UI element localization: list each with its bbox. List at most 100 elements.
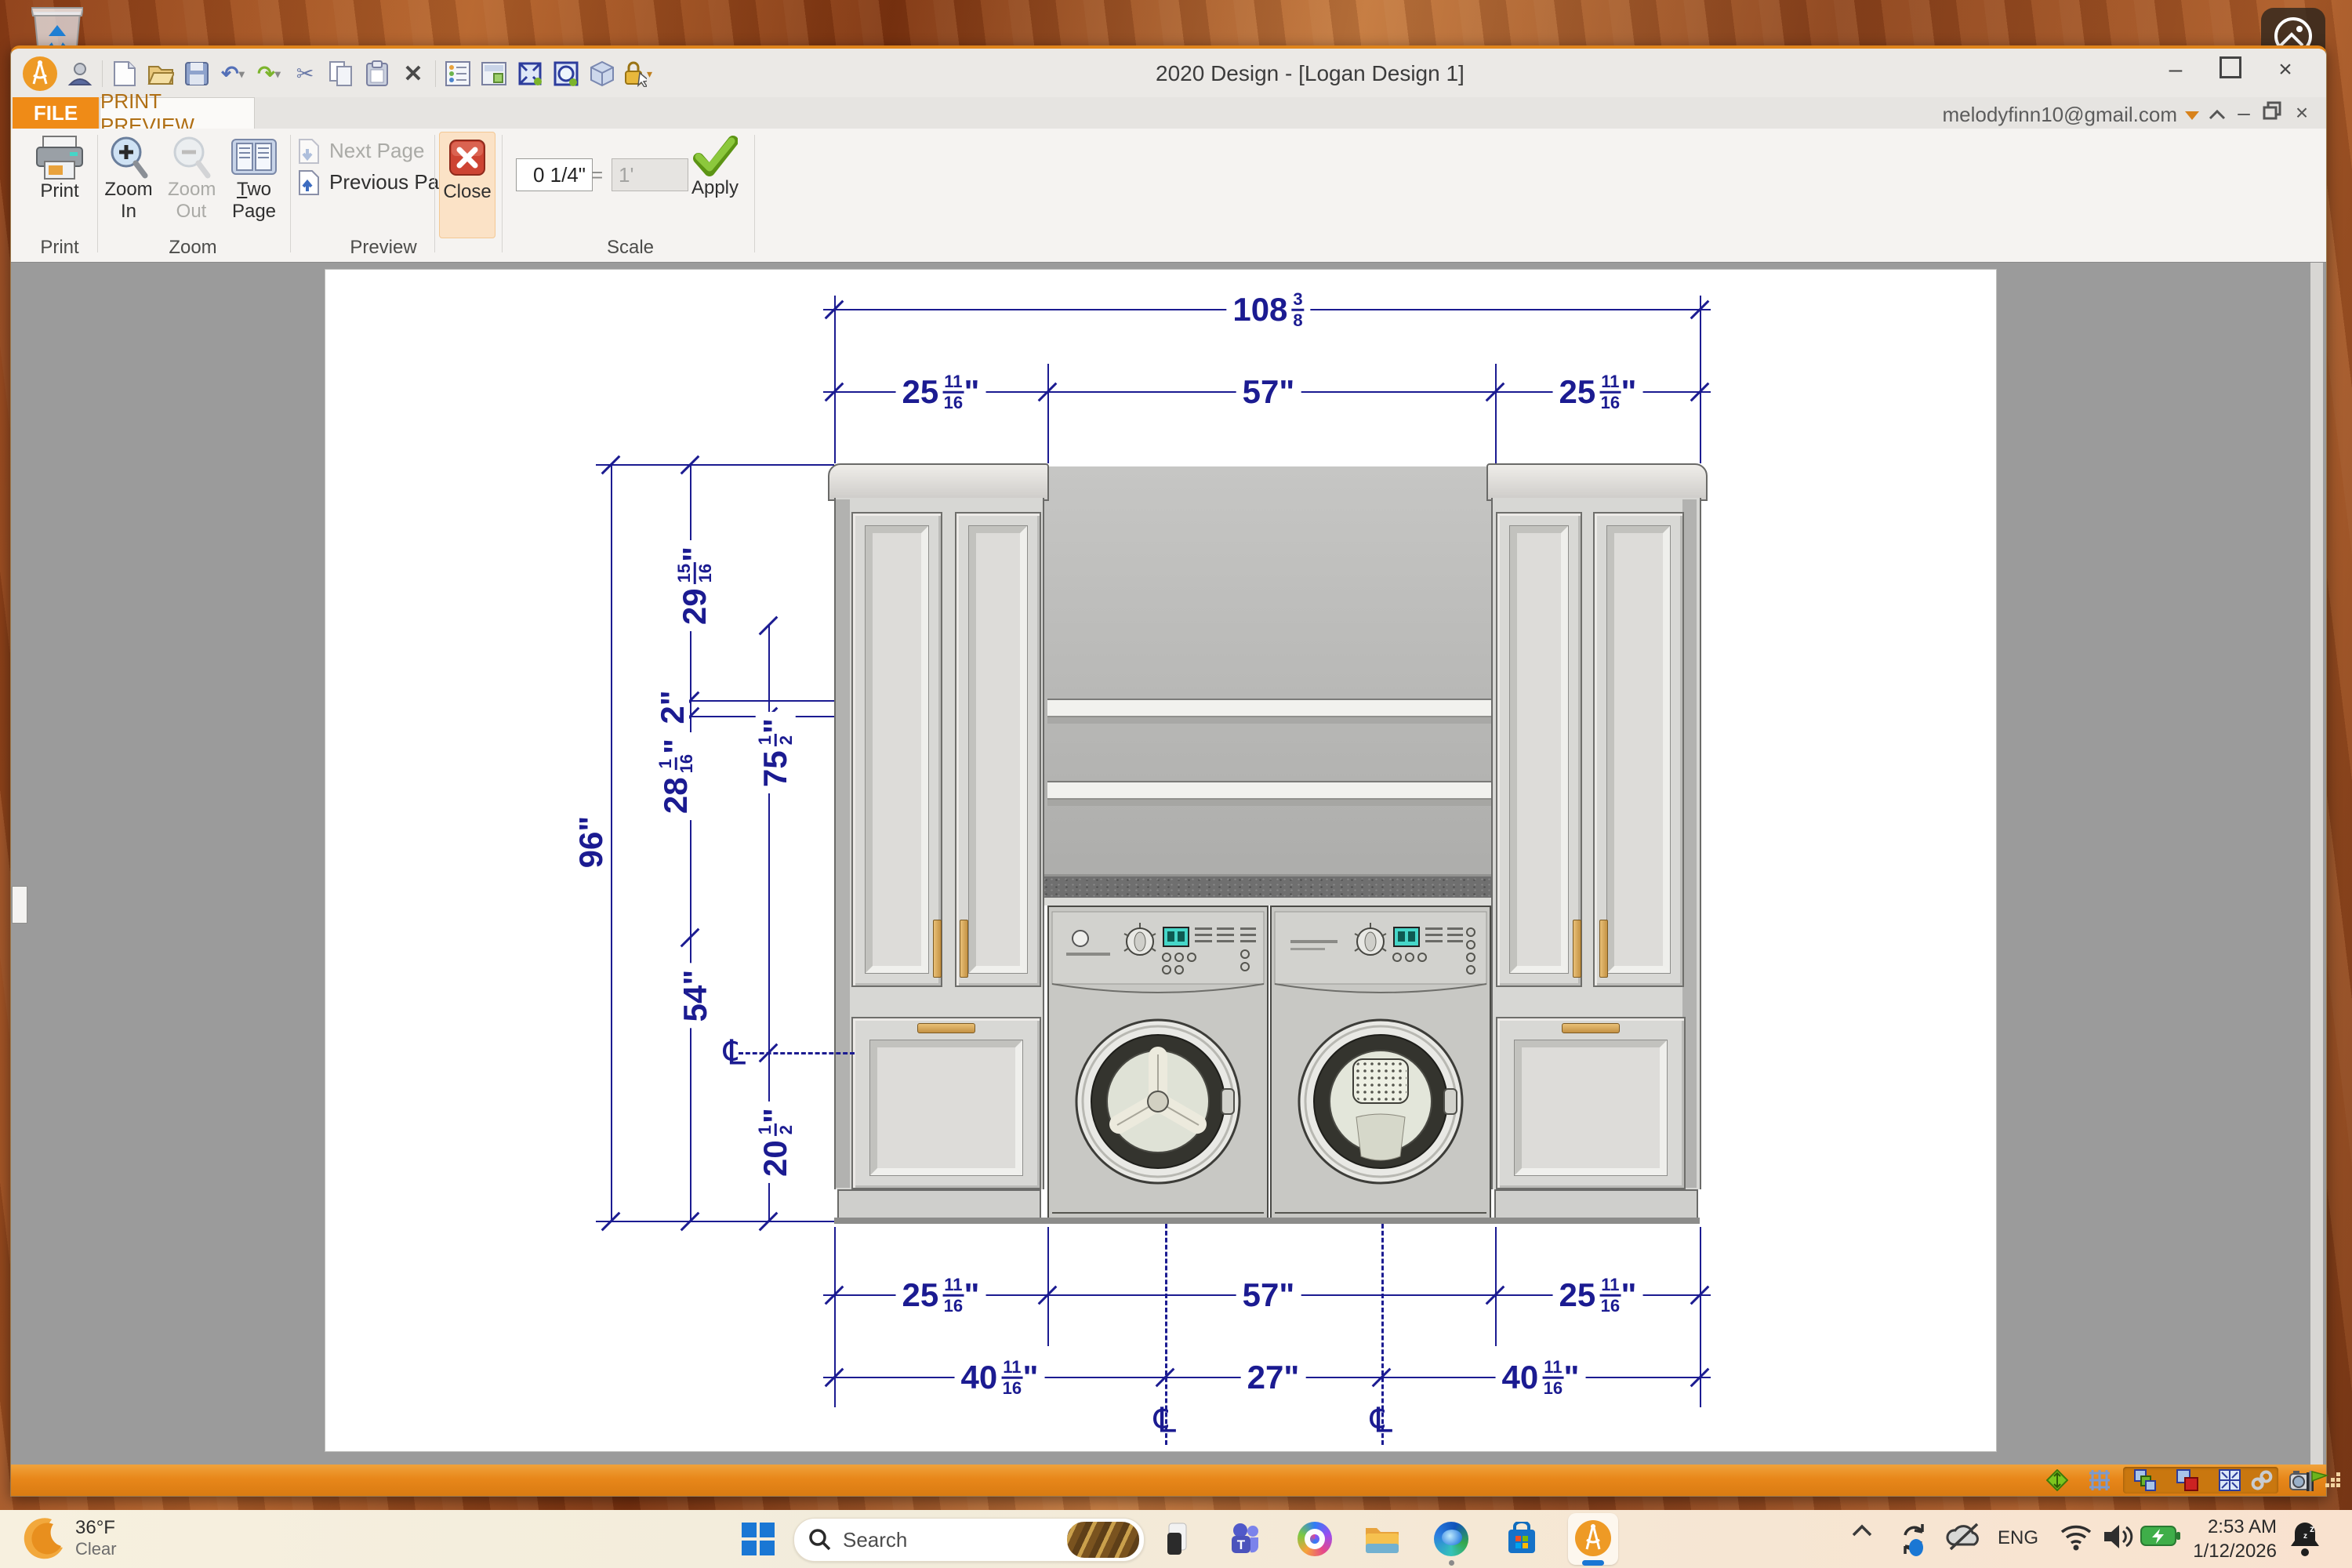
maximize-button[interactable] [2213, 56, 2248, 85]
store-icon[interactable] [1504, 1521, 1540, 1557]
file-explorer-icon[interactable] [1364, 1521, 1400, 1557]
dim-bot2-right: 40 1116 " [1496, 1358, 1586, 1398]
doc-minimize-button[interactable]: – [2230, 100, 2257, 125]
right-toe-kick [1494, 1189, 1698, 1221]
dim-top-right: 25 1116 " [1553, 372, 1643, 412]
redo-icon[interactable]: ↷▾ [255, 60, 283, 88]
shelf-shadow [1047, 716, 1491, 724]
weather-widget[interactable]: 36°F Clear [24, 1516, 117, 1560]
new-document-icon[interactable] [111, 60, 139, 88]
tab-file[interactable]: FILE [13, 97, 99, 129]
dim-mid-section: 28 116 " [656, 732, 696, 820]
scale-target-input[interactable] [612, 158, 688, 191]
tray-chevron-icon[interactable] [1850, 1523, 1874, 1542]
dim-counter-height: 75 12 " [756, 712, 796, 793]
copy-icon[interactable] [327, 60, 355, 88]
edge-icon[interactable] [1433, 1521, 1469, 1557]
tray-volume-icon[interactable] [2103, 1523, 2136, 1555]
moon-icon [24, 1516, 64, 1560]
paste-icon[interactable] [363, 60, 391, 88]
start-button[interactable] [740, 1521, 776, 1557]
next-page-button[interactable]: Next Page [296, 138, 424, 165]
zoom-out-button[interactable]: Zoom Out [162, 135, 221, 222]
doc-close-button[interactable]: × [2288, 100, 2315, 125]
print-group-label: Print [40, 237, 78, 259]
zoom-in-button[interactable]: Zoom In [99, 135, 158, 222]
vertical-scrollbar[interactable] [2310, 263, 2323, 1465]
3d-view-icon[interactable] [588, 60, 616, 88]
tray-wifi-icon[interactable] [2059, 1523, 2093, 1555]
preview-group-label: Preview [350, 237, 416, 259]
zoom-region-icon[interactable] [552, 60, 580, 88]
lock-pointer-icon[interactable]: ▾ [624, 60, 652, 88]
user-login-icon[interactable] [66, 60, 94, 88]
ribbon: Print Print Zoom In Zoom Out Two Page Zo… [11, 129, 2326, 263]
search-promo-image[interactable] [1067, 1522, 1139, 1558]
minimize-button[interactable]: – [2158, 56, 2193, 83]
form-editor-icon[interactable] [480, 60, 508, 88]
phone-link-icon[interactable] [1160, 1521, 1196, 1557]
item-list-icon[interactable] [444, 60, 472, 88]
cut-icon[interactable]: ✂ [291, 60, 319, 88]
dim-ext [1047, 1227, 1049, 1346]
delete-icon[interactable]: ✕ [399, 60, 427, 88]
weather-temp: 36°F [75, 1517, 117, 1539]
tray-clock[interactable]: 2:53 AM 1/12/2026 [2193, 1515, 2277, 1563]
dim-ext [1700, 1227, 1701, 1407]
tab-print-preview[interactable]: PRINT PREVIEW [100, 97, 255, 129]
copilot-icon[interactable] [1297, 1521, 1333, 1557]
scale-value-input[interactable] [516, 158, 593, 191]
close-window-button[interactable]: × [2268, 56, 2303, 83]
quick-access-toolbar: ↶▾ ↷▾ ✂ ✕ ▾ [22, 53, 652, 94]
dim-bot2-left: 40 1116 " [955, 1358, 1045, 1398]
taskbar: 36°F Clear Search T [0, 1510, 2352, 1568]
side-panel-handle[interactable] [12, 886, 27, 924]
active-app-2020-design[interactable] [1568, 1513, 1618, 1565]
close-preview-button[interactable]: Close [439, 132, 495, 238]
centerline-symbol-dryer: ℄ [1370, 1401, 1392, 1441]
pan-icon[interactable] [2046, 1469, 2068, 1491]
bring-front-icon[interactable] [2134, 1469, 2156, 1491]
print-button[interactable]: Print [27, 135, 93, 202]
tray-notification-bell-icon[interactable]: zz [2288, 1519, 2322, 1563]
taskbar-search[interactable]: Search [793, 1518, 1145, 1562]
app-status-bar [11, 1465, 2326, 1496]
teams-icon[interactable]: T [1226, 1521, 1262, 1557]
account-dropdown-icon[interactable] [2185, 111, 2199, 120]
dim-ext [1495, 1227, 1497, 1346]
fit-selection-icon[interactable] [516, 60, 544, 88]
app-logo-icon[interactable] [22, 56, 58, 92]
tray-battery-icon[interactable] [2140, 1524, 2181, 1552]
svg-text:z: z [2303, 1532, 2307, 1541]
tray-cloud-offline-icon[interactable] [1944, 1521, 1984, 1556]
doc-restore-button[interactable] [2259, 100, 2285, 125]
left-hamper-handle [917, 1023, 975, 1033]
account-email[interactable]: melodyfinn10@gmail.com [1942, 103, 2177, 127]
save-icon[interactable] [183, 60, 211, 88]
left-cabinet-crown [828, 463, 1049, 501]
weather-condition: Clear [75, 1539, 117, 1559]
zoom-out-label: Zoom Out [168, 179, 215, 222]
right-cabinet-door-2 [1593, 512, 1684, 987]
dim-bot1-left: 25 1116 " [896, 1276, 986, 1316]
open-file-icon[interactable] [147, 60, 175, 88]
link-icon[interactable] [2250, 1469, 2272, 1491]
two-page-button[interactable]: Two Page [221, 135, 287, 222]
undo-icon[interactable]: ↶▾ [219, 60, 247, 88]
washer [1047, 906, 1269, 1225]
right-cabinet-crown [1486, 463, 1708, 501]
previous-page-button[interactable]: Previous Page [296, 169, 462, 196]
grid-icon[interactable] [2089, 1469, 2111, 1491]
collapse-ribbon-button[interactable] [2204, 100, 2230, 125]
tray-date: 1/12/2026 [2193, 1539, 2277, 1563]
tray-language[interactable]: ENG [1998, 1527, 2038, 1549]
resize-grip-icon[interactable] [2325, 1472, 2347, 1494]
dim-bot1-center: 57" [1236, 1279, 1301, 1312]
send-back-icon[interactable] [2176, 1469, 2198, 1491]
tray-sync-icon[interactable] [1896, 1518, 1930, 1561]
ribbon-tab-row: FILE PRINT PREVIEW melodyfinn10@gmail.co… [11, 97, 2326, 129]
fit-view-icon[interactable] [2219, 1469, 2241, 1491]
centerline-horizontal [739, 1052, 855, 1054]
shelf-lower [1047, 781, 1491, 800]
apply-button[interactable]: Apply [685, 135, 745, 199]
